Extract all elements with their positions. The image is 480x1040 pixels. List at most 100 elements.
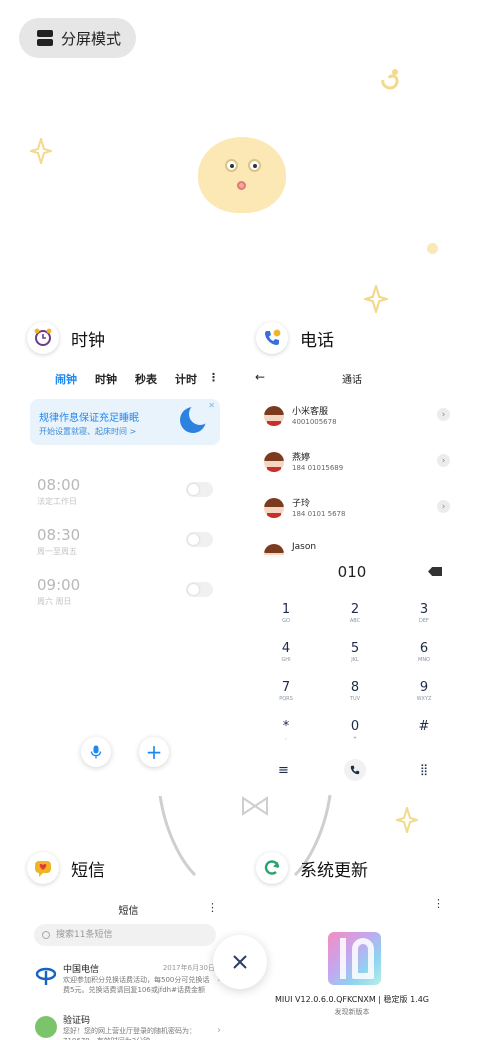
message-preview: 您好！您的网上营业厅登录的随机密码为：710679，有效时间为3分钟 bbox=[63, 1027, 196, 1040]
sms-title: 短信 bbox=[118, 906, 139, 917]
clock-app-name: 时钟 bbox=[71, 330, 105, 351]
message-sender: 验证码 bbox=[63, 1016, 91, 1026]
sleep-banner-subtitle[interactable]: 开始设置就寝、起床时间 > bbox=[39, 426, 136, 437]
alarm-toggle[interactable] bbox=[186, 482, 213, 497]
dial-input[interactable]: 010 bbox=[248, 563, 456, 581]
dial-key-1[interactable]: 1 GO bbox=[266, 602, 306, 632]
dialpad[interactable]: 010 1 GO 2 ABC 3 DEF 4 GHI 5 JKL 6 MNO 7 PQRS 8… bbox=[248, 555, 456, 795]
tab-stopwatch[interactable]: 秒表 bbox=[135, 371, 157, 387]
key-digit: 6 bbox=[419, 641, 429, 656]
message-sender: 中国电信 bbox=[63, 965, 100, 975]
contact-number: 4001005678 bbox=[292, 418, 337, 426]
contact-item[interactable]: 燕婷 184 01015689 › bbox=[264, 448, 450, 478]
sparkle-icon bbox=[364, 285, 388, 313]
voice-alarm-button[interactable] bbox=[81, 737, 111, 767]
clock-icon bbox=[27, 322, 59, 354]
message-icon bbox=[27, 852, 59, 884]
alarm-toggle[interactable] bbox=[186, 582, 213, 597]
version-text: MIUI V12.0.6.0.QFKCNXM | 稳定版 1.4G bbox=[274, 995, 430, 1004]
split-screen-mode-button[interactable]: 分屏模式 bbox=[19, 18, 136, 58]
more-menu-icon[interactable]: ⋮ bbox=[208, 371, 219, 384]
dial-key-5[interactable]: 5 JKL bbox=[335, 641, 375, 671]
more-menu-icon[interactable]: ⋮ bbox=[207, 901, 218, 914]
dial-key-star[interactable]: *, bbox=[266, 719, 306, 749]
contact-name: Jason bbox=[292, 542, 317, 552]
dial-key-4[interactable]: 4 GHI bbox=[266, 641, 306, 671]
phone-app-name: 电话 bbox=[300, 330, 334, 351]
phone-app-header[interactable]: 电话 bbox=[256, 321, 334, 355]
alarm-item[interactable]: 08:30 周一至周五 bbox=[37, 526, 217, 566]
split-screen-icon bbox=[37, 30, 53, 46]
sms-app-window[interactable]: 短信 ⋮ 搜索11条短信 中国电信 2017年6月30日 欢迎参加积分兑换话费活… bbox=[27, 893, 230, 1040]
close-all-button[interactable] bbox=[213, 935, 267, 989]
alarm-repeat: 周一至周五 bbox=[37, 547, 77, 556]
update-app-window[interactable]: ⋮ MIUI V12.0.6.0.QFKCNXM | 稳定版 1.4G 发现新版… bbox=[248, 893, 456, 1040]
tab-alarm[interactable]: 闹钟 bbox=[55, 371, 77, 387]
dial-key-3[interactable]: 3 DEF bbox=[404, 602, 444, 632]
key-letters: , bbox=[285, 735, 287, 741]
dial-key-2[interactable]: 2 ABC bbox=[335, 602, 375, 632]
verification-code-icon bbox=[35, 1016, 57, 1038]
avatar bbox=[264, 406, 284, 426]
alarm-item[interactable]: 09:00 周六 周日 bbox=[37, 576, 217, 616]
key-letters: + bbox=[352, 735, 358, 741]
menu-lines-icon[interactable]: ≡ bbox=[278, 763, 289, 778]
update-app-header[interactable]: 系统更新 bbox=[256, 851, 368, 885]
sms-search-input[interactable]: 搜索11条短信 bbox=[34, 924, 216, 946]
key-digit: 1 bbox=[281, 602, 291, 617]
dial-key-7[interactable]: 7 PQRS bbox=[266, 680, 306, 710]
message-item[interactable]: 验证码 您好！您的网上营业厅登录的随机密码为：710679，有效时间为3分钟 › bbox=[33, 1013, 223, 1040]
phone-icon bbox=[256, 322, 288, 354]
key-letters: JKL bbox=[351, 657, 359, 663]
tab-clock[interactable]: 时钟 bbox=[95, 371, 117, 387]
sms-app-name: 短信 bbox=[71, 860, 105, 881]
clock-app-header[interactable]: 时钟 bbox=[27, 321, 105, 355]
message-date: 2017年6月30日 bbox=[162, 964, 215, 972]
more-menu-icon[interactable]: ⋮ bbox=[433, 897, 444, 910]
chevron-right-icon[interactable]: › bbox=[437, 408, 450, 421]
key-digit: * bbox=[282, 719, 290, 734]
message-preview: 欢迎参加积分兑换话费活动，每500分可兑换话费5元。兑换话费请回复106或jfd… bbox=[63, 976, 210, 994]
key-letters: MNO bbox=[418, 657, 430, 663]
clock-app-window[interactable]: 闹钟 时钟 秒表 计时 ⋮ 规律作息保证充足睡眠 开始设置就寝、起床时间 > ✕… bbox=[27, 358, 230, 796]
phone-app-window[interactable]: ← 通话 小米客服 4001005678 › 燕婷 184 01015689 ›… bbox=[248, 358, 456, 558]
alarm-repeat: 法定工作日 bbox=[37, 497, 77, 506]
message-item[interactable]: 中国电信 2017年6月30日 欢迎参加积分兑换话费活动，每500分可兑换话费5… bbox=[33, 962, 223, 1002]
sparkle-icon bbox=[396, 807, 418, 833]
chevron-right-icon[interactable]: › bbox=[217, 1025, 221, 1036]
avatar bbox=[264, 498, 284, 518]
chevron-right-icon[interactable]: › bbox=[437, 454, 450, 467]
dial-key-hash[interactable]: # bbox=[404, 719, 444, 749]
sleep-reminder-banner[interactable]: 规律作息保证充足睡眠 开始设置就寝、起床时间 > ✕ bbox=[30, 399, 220, 445]
microphone-icon bbox=[90, 745, 102, 759]
chevron-right-icon[interactable]: › bbox=[437, 500, 450, 513]
keypad-grid-icon[interactable]: ⣿ bbox=[420, 763, 428, 776]
dial-key-6[interactable]: 6 MNO bbox=[404, 641, 444, 671]
close-icon[interactable]: ✕ bbox=[208, 401, 215, 410]
dial-key-8[interactable]: 8 TUV bbox=[335, 680, 375, 710]
add-alarm-button[interactable]: + bbox=[139, 737, 169, 767]
dial-key-0[interactable]: 0 + bbox=[335, 719, 375, 749]
alarm-item[interactable]: 08:00 法定工作日 bbox=[37, 476, 217, 516]
miui-logo bbox=[328, 932, 381, 985]
contact-item[interactable]: 子玲 184 0101 5678 › bbox=[264, 494, 450, 524]
phone-call-icon bbox=[350, 765, 360, 775]
contact-item[interactable]: 小米客服 4001005678 › bbox=[264, 402, 450, 432]
dial-key-9[interactable]: 9 WXYZ bbox=[404, 680, 444, 710]
key-letters: GHI bbox=[281, 657, 291, 663]
search-placeholder: 搜索11条短信 bbox=[56, 930, 113, 940]
search-icon bbox=[42, 931, 50, 939]
phone-title: 通话 bbox=[342, 375, 362, 386]
key-digit: 8 bbox=[350, 680, 360, 695]
avatar bbox=[264, 452, 284, 472]
tab-timer[interactable]: 计时 bbox=[175, 371, 197, 387]
alarm-toggle[interactable] bbox=[186, 532, 213, 547]
key-digit: # bbox=[418, 719, 430, 734]
key-digit: 4 bbox=[281, 641, 291, 656]
call-button[interactable] bbox=[344, 759, 366, 781]
key-digit: 3 bbox=[419, 602, 429, 617]
sms-app-header[interactable]: 短信 bbox=[27, 851, 105, 885]
sleep-banner-title: 规律作息保证充足睡眠 bbox=[39, 413, 139, 424]
key-letters: PQRS bbox=[279, 696, 293, 702]
contact-name: 小米客服 bbox=[292, 407, 329, 417]
